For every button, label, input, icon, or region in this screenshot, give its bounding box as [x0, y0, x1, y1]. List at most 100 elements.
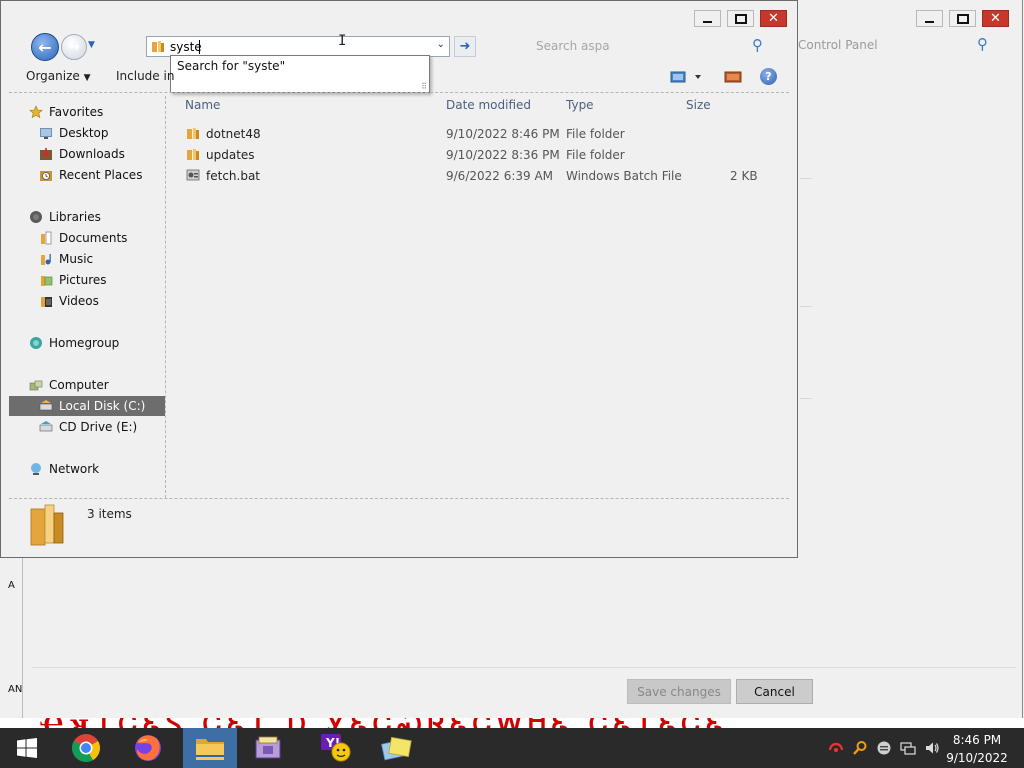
search-input[interactable]: Search aspa ⚲ — [531, 36, 771, 57]
nav-downloads[interactable]: Downloads — [39, 144, 125, 164]
nav-videos[interactable]: Videos — [39, 291, 99, 311]
nav-local-disk-c[interactable]: Local Disk (C:) — [9, 396, 165, 416]
start-button[interactable] — [0, 728, 54, 768]
file-type: Windows Batch File — [566, 169, 682, 183]
divider — [800, 178, 812, 179]
go-button[interactable]: ➜ — [454, 36, 476, 57]
file-name: dotnet48 — [206, 127, 261, 141]
taskbar-firefox[interactable] — [121, 728, 175, 768]
bg-maximize-button[interactable] — [949, 10, 976, 27]
tray-app-icon[interactable] — [876, 740, 892, 756]
chevron-down-icon[interactable]: ⌄ — [437, 39, 445, 50]
divider — [800, 306, 812, 307]
nav-recent-places[interactable]: Recent Places — [39, 165, 142, 185]
music-icon — [41, 254, 51, 265]
notes-app-icon — [381, 736, 412, 761]
text-cursor-icon: I — [338, 33, 347, 49]
hard-drive-icon — [39, 400, 53, 411]
nav-label: Videos — [59, 294, 99, 308]
pictures-icon — [41, 276, 53, 286]
desktop-wallpaper-strip: ҼᴚᏆᏟᏋᏚ ᏟᏋᏆ Ꭰ ᎩᏋᏟᏍᏒᏋᏟᎳᏌᏋ ᏟᏋᏆᏋᏟᏋ — [0, 718, 1024, 728]
taskbar-file-explorer[interactable] — [183, 728, 237, 768]
organize-menu-button[interactable]: Organize ▼ — [26, 69, 91, 83]
go-arrow-icon: ➜ — [459, 39, 471, 54]
autocomplete-suggestion[interactable]: Search for "syste" — [177, 59, 285, 73]
address-bar[interactable]: syste ⌄ — [146, 36, 450, 57]
close-button[interactable]: ✕ — [760, 10, 787, 27]
documents-icon — [41, 231, 52, 245]
taskbar-chrome[interactable] — [59, 728, 113, 768]
minimize-button[interactable] — [694, 10, 721, 27]
taskbar-notes-app[interactable] — [369, 728, 423, 768]
nav-documents[interactable]: Documents — [39, 228, 127, 248]
maximize-icon — [734, 13, 747, 24]
search-placeholder: Search aspa — [536, 39, 610, 53]
save-changes-button[interactable]: Save changes — [627, 679, 731, 704]
file-row[interactable]: fetch.bat 9/6/2022 6:39 AM Windows Batch… — [182, 166, 772, 186]
include-in-library-button[interactable]: Include in — [116, 69, 174, 83]
divider — [32, 667, 1016, 668]
help-icon: ? — [765, 70, 772, 83]
maximize-button[interactable] — [727, 10, 754, 27]
back-arrow-icon: ← — [38, 37, 52, 57]
nav-network[interactable]: Network — [29, 459, 99, 479]
nav-music[interactable]: Music — [39, 249, 93, 269]
close-icon: ✕ — [990, 11, 1001, 26]
nav-computer[interactable]: Computer — [29, 375, 109, 395]
bg-close-button[interactable]: ✕ — [982, 10, 1009, 27]
file-row[interactable]: updates 9/10/2022 8:36 PM File folder — [182, 145, 772, 165]
item-count: 3 items — [87, 507, 132, 521]
control-panel-search-input[interactable]: Control Panel ⚲ — [796, 34, 994, 56]
back-button[interactable]: ← — [31, 33, 59, 61]
maximize-icon — [956, 13, 969, 24]
clock-time[interactable]: 8:46 PM — [940, 733, 1014, 747]
help-button[interactable]: ? — [760, 68, 777, 85]
nav-label: Libraries — [49, 210, 101, 224]
cancel-button[interactable]: Cancel — [736, 679, 813, 704]
pane-divider[interactable] — [165, 96, 166, 498]
nav-label: Homegroup — [49, 336, 120, 350]
resize-grip-icon[interactable]: ⠿ — [421, 82, 427, 91]
autocomplete-popup[interactable]: Search for "syste" ⠿ — [170, 55, 430, 93]
column-header-name[interactable]: Name — [185, 98, 220, 112]
nav-cd-drive-e[interactable]: CD Drive (E:) — [39, 417, 137, 437]
divider — [22, 558, 23, 718]
desktop-icon-label: AN — [8, 684, 23, 695]
taskbar-archive-app[interactable] — [241, 728, 295, 768]
history-dropdown-icon[interactable]: ▼ — [88, 40, 98, 52]
preview-pane-icon — [724, 71, 742, 83]
clock-date[interactable]: 9/10/2022 — [940, 751, 1014, 765]
nav-favorites[interactable]: Favorites — [29, 102, 103, 122]
forward-arrow-icon: → — [68, 39, 80, 55]
file-date: 9/10/2022 8:36 PM — [446, 148, 560, 162]
nav-label: Documents — [59, 231, 128, 245]
column-header-date-modified[interactable]: Date modified — [446, 98, 531, 112]
desktop-icon — [40, 128, 52, 139]
column-header-size[interactable]: Size — [686, 98, 711, 112]
search-tool-icon[interactable] — [852, 740, 868, 756]
preview-pane-button[interactable] — [724, 69, 742, 85]
computer-icon — [29, 380, 43, 391]
nav-libraries[interactable]: Libraries — [29, 207, 101, 227]
column-header-type[interactable]: Type — [566, 98, 594, 112]
network-icon[interactable] — [900, 740, 916, 756]
nav-desktop[interactable]: Desktop — [39, 123, 109, 143]
bg-minimize-button[interactable] — [916, 10, 943, 27]
volume-icon[interactable] — [924, 740, 940, 756]
divider — [9, 92, 789, 93]
nav-homegroup[interactable]: Homegroup — [29, 333, 119, 353]
antivirus-icon[interactable] — [828, 740, 844, 756]
file-type: File folder — [566, 127, 625, 141]
cd-drive-icon — [39, 421, 53, 432]
taskbar-yahoo[interactable]: Y! — [308, 728, 362, 768]
text-caret — [199, 40, 200, 54]
file-row[interactable]: dotnet48 9/10/2022 8:46 PM File folder — [182, 124, 772, 144]
forward-button[interactable]: → — [61, 34, 87, 60]
nav-pictures[interactable]: Pictures — [39, 270, 107, 290]
divider — [9, 498, 789, 499]
change-view-button[interactable] — [668, 69, 704, 85]
chevron-down-icon: ▼ — [83, 73, 91, 83]
nav-label: Recent Places — [59, 168, 143, 182]
file-explorer-icon — [196, 739, 224, 760]
folder-large-icon — [30, 504, 64, 546]
